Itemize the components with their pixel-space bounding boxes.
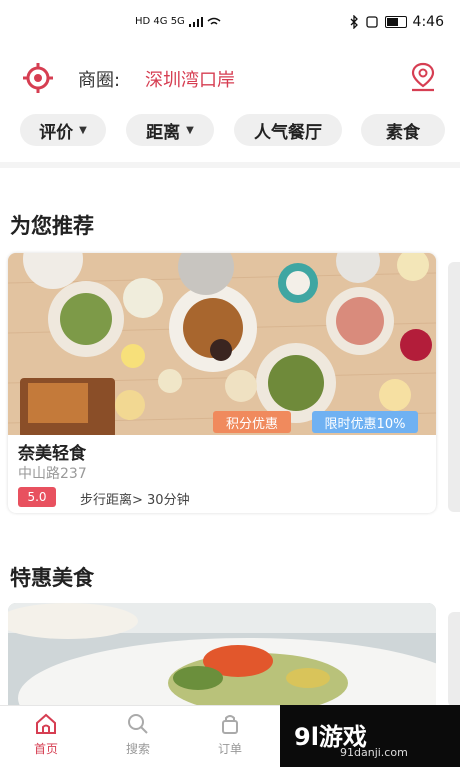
filter-rating[interactable]: 评价 ▼ (20, 114, 106, 146)
status-bar: HD 4G 5G 4:46 (0, 0, 460, 54)
map-pin-icon[interactable] (410, 62, 436, 92)
mute-icon (365, 16, 378, 28)
bottom-tab-bar: 首页 搜索 订单 (0, 705, 280, 767)
recommend-title: 为您推荐 (10, 214, 94, 238)
status-time: 4:46 (412, 14, 444, 30)
signal-icon (188, 16, 203, 27)
filter-bar: 评价 ▼ 距离 ▼ 人气餐厅 素食 (0, 110, 460, 150)
locate-icon[interactable] (22, 62, 54, 94)
business-area-value[interactable]: 深圳湾口岸 (145, 66, 235, 92)
restaurant-card[interactable]: 积分优惠 限时优惠10% 奈美轻食 中山路237 5.0 步行距离> 30分钟 (8, 253, 436, 513)
business-area-label: 商圈: (78, 70, 121, 91)
walk-distance: 步行距离> 30分钟 (80, 493, 190, 508)
restaurant-photo (8, 253, 436, 435)
special-title: 特惠美食 (10, 566, 94, 590)
section-divider (0, 162, 460, 168)
chevron-down-icon: ▼ (79, 124, 87, 136)
filter-rating-label: 评价 (39, 122, 74, 143)
tab-home[interactable]: 首页 (16, 712, 76, 757)
bluetooth-icon (350, 15, 358, 29)
battery-icon (384, 16, 407, 28)
restaurant-name: 奈美轻食 (18, 444, 86, 464)
home-icon (36, 713, 56, 734)
wifi-icon (207, 17, 221, 25)
network-indicators: HD 4G 5G (135, 16, 221, 27)
chevron-down-icon: ▼ (186, 124, 194, 136)
filter-popular[interactable]: 人气餐厅 (234, 114, 342, 146)
order-icon (222, 715, 238, 734)
tab-search[interactable]: 搜索 (108, 712, 168, 757)
special-food-photo (8, 603, 436, 707)
filter-distance-label: 距离 (146, 122, 181, 143)
app-screen: HD 4G 5G 4:46 商圈: 深圳湾口岸 评价 ▼ 距离 ▼ 人气餐厅 素… (0, 0, 460, 767)
filter-vegetarian[interactable]: 素食 (361, 114, 445, 146)
limited-discount-badge: 限时优惠10% (312, 411, 418, 433)
next-special-peek[interactable] (448, 612, 460, 707)
special-food-card[interactable] (8, 603, 436, 707)
rating-badge: 5.0 (18, 487, 56, 507)
filter-vegetarian-label: 素食 (386, 122, 420, 143)
filter-distance[interactable]: 距离 ▼ (126, 114, 214, 146)
tab-order-label: 订单 (217, 742, 242, 756)
tab-search-label: 搜索 (125, 742, 150, 756)
filter-popular-label: 人气餐厅 (254, 122, 322, 143)
tab-order[interactable]: 订单 (200, 712, 260, 757)
restaurant-address: 中山路237 (18, 466, 87, 482)
points-discount-badge: 积分优惠 (213, 411, 291, 433)
watermark-banner: 9l游戏 91danji.com (280, 705, 460, 767)
network-text: HD 4G 5G (135, 16, 185, 27)
tab-home-label: 首页 (33, 742, 58, 756)
search-icon (128, 714, 148, 734)
status-right: 4:46 (349, 14, 444, 30)
watermark-subtitle: 91danji.com (340, 746, 408, 759)
next-card-peek[interactable] (448, 262, 460, 512)
header: 商圈: 深圳湾口岸 (0, 54, 460, 102)
